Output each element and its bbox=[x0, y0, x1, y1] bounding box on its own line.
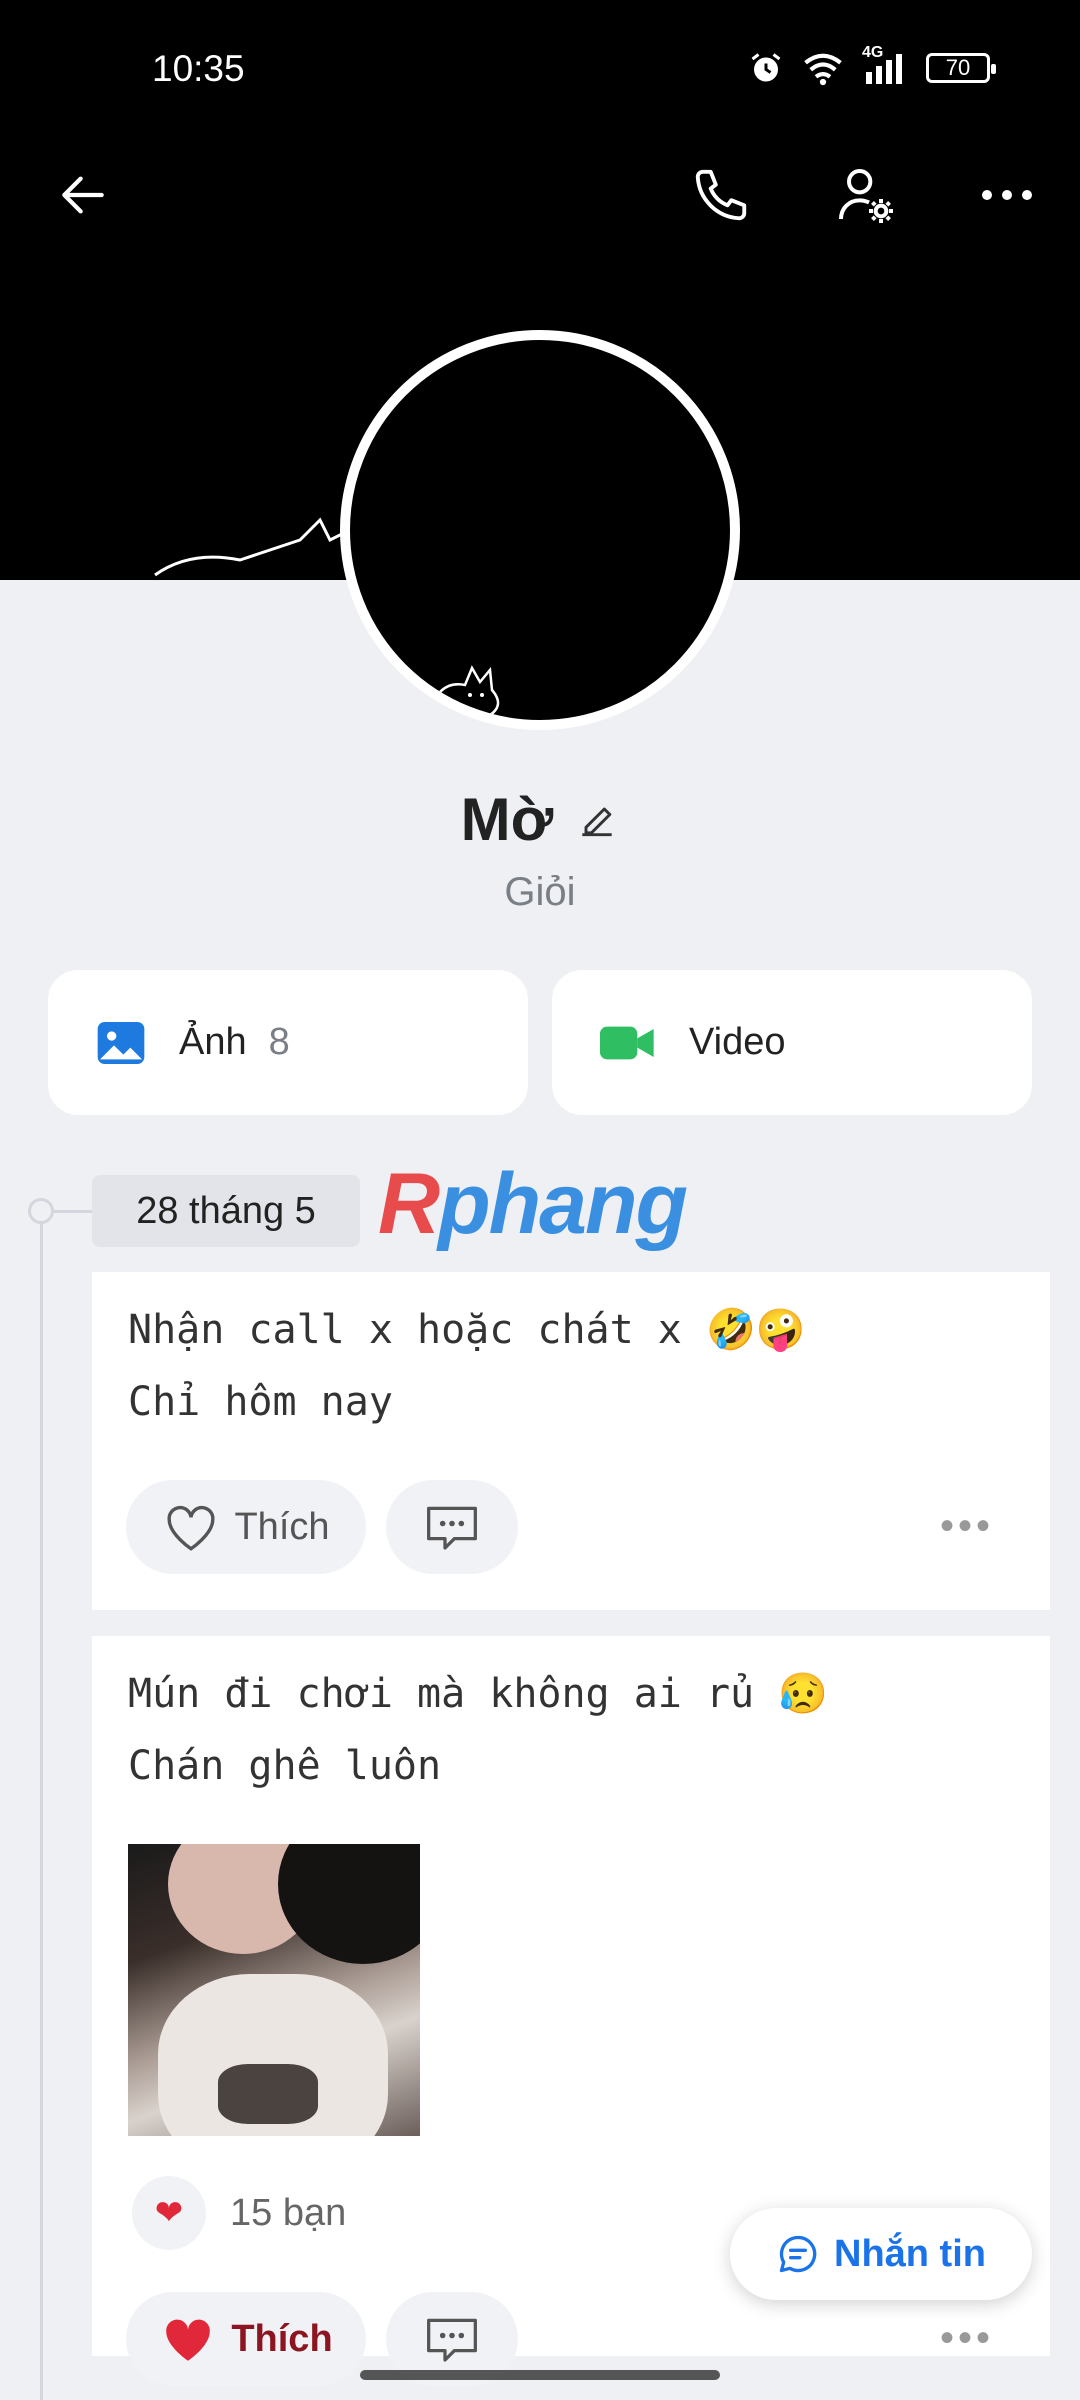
network-type: 4G bbox=[862, 44, 884, 61]
photo-detail-shape bbox=[218, 2064, 318, 2124]
edit-pencil-icon[interactable] bbox=[575, 798, 619, 842]
reaction-heart-icon: ❤ bbox=[132, 2176, 206, 2250]
videos-label: Video bbox=[689, 1021, 786, 1063]
photo-hair-shape bbox=[278, 1844, 420, 1964]
timeline-line bbox=[40, 1210, 43, 2400]
timeline-dot bbox=[28, 1198, 54, 1224]
post-text: Mún đi chơi mà không ai rủ 😥 Chán ghê lu… bbox=[128, 1671, 829, 1789]
photos-label: Ảnh bbox=[179, 1021, 247, 1063]
image-icon bbox=[97, 1021, 145, 1064]
profile-settings-button[interactable] bbox=[820, 150, 910, 240]
photos-card[interactable]: Ảnh 8 bbox=[48, 970, 528, 1115]
alarm-icon bbox=[751, 53, 781, 82]
status-bar: 10:35 4G 70 bbox=[0, 0, 1080, 140]
arrow-left-icon bbox=[62, 176, 104, 214]
post-more-button[interactable]: ••• bbox=[940, 1504, 994, 1549]
profile-toolbar bbox=[0, 150, 1080, 240]
reaction-count: 15 bạn bbox=[230, 2192, 347, 2234]
timeline-connector bbox=[54, 1210, 92, 1213]
message-button[interactable]: Nhắn tin bbox=[730, 2208, 1032, 2300]
cat-doodle-icon bbox=[428, 665, 500, 717]
home-indicator[interactable] bbox=[360, 2370, 720, 2380]
message-button-label: Nhắn tin bbox=[834, 2232, 986, 2275]
comment-icon bbox=[427, 1506, 477, 1550]
profile-name: Mờ bbox=[460, 786, 554, 853]
call-button[interactable] bbox=[676, 150, 766, 240]
signal-icon: 4G bbox=[862, 44, 908, 86]
post-more-button[interactable]: ••• bbox=[940, 2316, 994, 2361]
like-label: Thích bbox=[231, 2317, 333, 2360]
wifi-icon bbox=[804, 53, 842, 86]
like-label: Thích bbox=[234, 1505, 330, 1548]
cat-doodle-icon bbox=[154, 517, 350, 577]
status-time: 10:35 bbox=[152, 48, 245, 89]
chat-bubble-icon bbox=[779, 2235, 817, 2273]
like-button[interactable]: Thích bbox=[126, 1480, 366, 1574]
heart-filled-icon bbox=[166, 2319, 211, 2361]
liked-button[interactable]: Thích bbox=[126, 2292, 366, 2386]
post-photo[interactable] bbox=[128, 1844, 420, 2136]
photos-count: 8 bbox=[268, 1021, 290, 1063]
comment-icon bbox=[427, 2318, 477, 2362]
profile-name-row: Mờ bbox=[0, 785, 1080, 854]
more-horizontal-icon bbox=[982, 190, 1032, 200]
back-button[interactable] bbox=[38, 150, 128, 240]
avatar[interactable] bbox=[340, 330, 740, 730]
more-options-button[interactable] bbox=[962, 150, 1052, 240]
heart-outline-icon bbox=[168, 1505, 215, 1551]
timeline-date: 28 tháng 5 bbox=[92, 1175, 360, 1247]
user-settings-icon bbox=[839, 169, 893, 223]
comment-button[interactable] bbox=[386, 1480, 518, 1574]
phone-icon bbox=[695, 169, 747, 221]
videos-card[interactable]: Video bbox=[552, 970, 1032, 1115]
post-text: Nhận call x hoặc chát x 🤣🤪 Chỉ hôm nay bbox=[128, 1307, 806, 1425]
watermark-logo: Rphang bbox=[378, 1156, 688, 1252]
battery-indicator: 70 bbox=[926, 53, 996, 83]
post-card[interactable]: Nhận call x hoặc chát x 🤣🤪 Chỉ hôm nay T… bbox=[92, 1272, 1050, 1610]
profile-bio: Giỏi bbox=[504, 870, 576, 914]
video-camera-icon bbox=[600, 1026, 654, 1059]
